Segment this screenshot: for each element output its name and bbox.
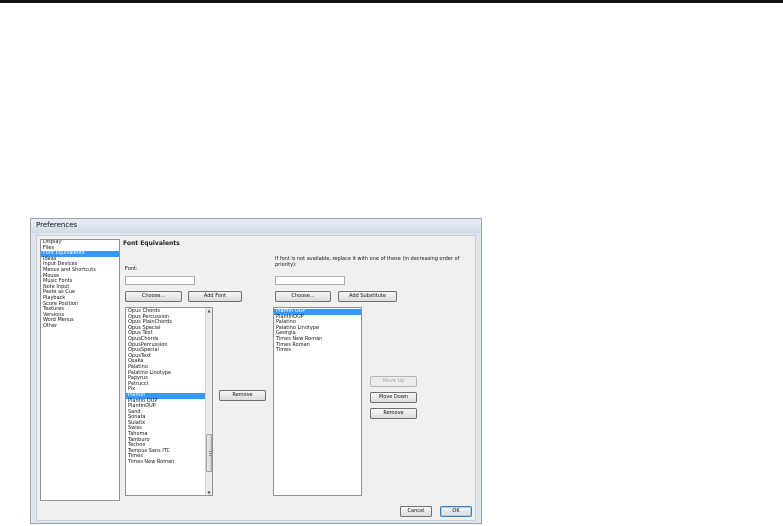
dialog-client-area: Display Files Font Equivalents Ideas Input D… bbox=[36, 235, 476, 521]
category-item[interactable]: Other bbox=[41, 323, 119, 330]
remove-substitute-button[interactable]: Remove bbox=[370, 408, 417, 419]
font-list[interactable]: Opus Chords Opus Percussion Opus PlainChor… bbox=[125, 307, 213, 496]
add-substitute-button[interactable]: Add Substitute bbox=[338, 291, 397, 302]
scroll-down-arrow-icon[interactable]: ▼ bbox=[206, 490, 212, 495]
substitute-label: If font is not available, replace it wit… bbox=[275, 256, 460, 268]
font-label: Font: bbox=[125, 266, 138, 272]
substitute-list[interactable]: Plantin OUP PlantinOUP Palatino Palatino Li… bbox=[273, 307, 362, 496]
category-list[interactable]: Display Files Font Equivalents Ideas Input D… bbox=[40, 239, 120, 501]
dialog-title-bar[interactable]: Preferences bbox=[31, 219, 481, 233]
font-list-item[interactable]: Times New Roman bbox=[126, 459, 206, 466]
choose-substitute-button[interactable]: Choose... bbox=[275, 291, 331, 302]
section-heading: Font Equivalents bbox=[123, 240, 180, 247]
choose-font-button[interactable]: Choose... bbox=[125, 291, 182, 302]
cancel-button[interactable]: Cancel bbox=[400, 506, 432, 517]
move-up-button[interactable]: Move Up bbox=[370, 376, 417, 387]
top-edge-line bbox=[0, 0, 783, 3]
move-down-button[interactable]: Move Down bbox=[370, 392, 417, 403]
font-input[interactable] bbox=[125, 276, 195, 285]
remove-font-button[interactable]: Remove bbox=[219, 390, 266, 401]
dialog-title: Preferences bbox=[36, 221, 78, 229]
substitute-list-item[interactable]: Times bbox=[274, 348, 361, 354]
ok-button[interactable]: OK bbox=[440, 506, 472, 517]
substitute-input[interactable] bbox=[275, 276, 345, 285]
font-list-scrollbar[interactable]: ▲ ▼ bbox=[205, 308, 212, 495]
grip-line bbox=[209, 453, 212, 454]
grip-line bbox=[209, 451, 212, 452]
scrollbar-thumb[interactable] bbox=[206, 434, 212, 472]
grip-line bbox=[209, 455, 212, 456]
preferences-dialog: Preferences Display Files Font Equivalents… bbox=[30, 218, 482, 524]
add-font-button[interactable]: Add Font bbox=[188, 291, 242, 302]
scroll-up-arrow-icon[interactable]: ▲ bbox=[206, 308, 212, 313]
substitute-list-items: Plantin OUP PlantinOUP Palatino Palatino Li… bbox=[274, 308, 361, 354]
font-list-items: Opus Chords Opus Percussion Opus PlainChor… bbox=[126, 308, 206, 466]
